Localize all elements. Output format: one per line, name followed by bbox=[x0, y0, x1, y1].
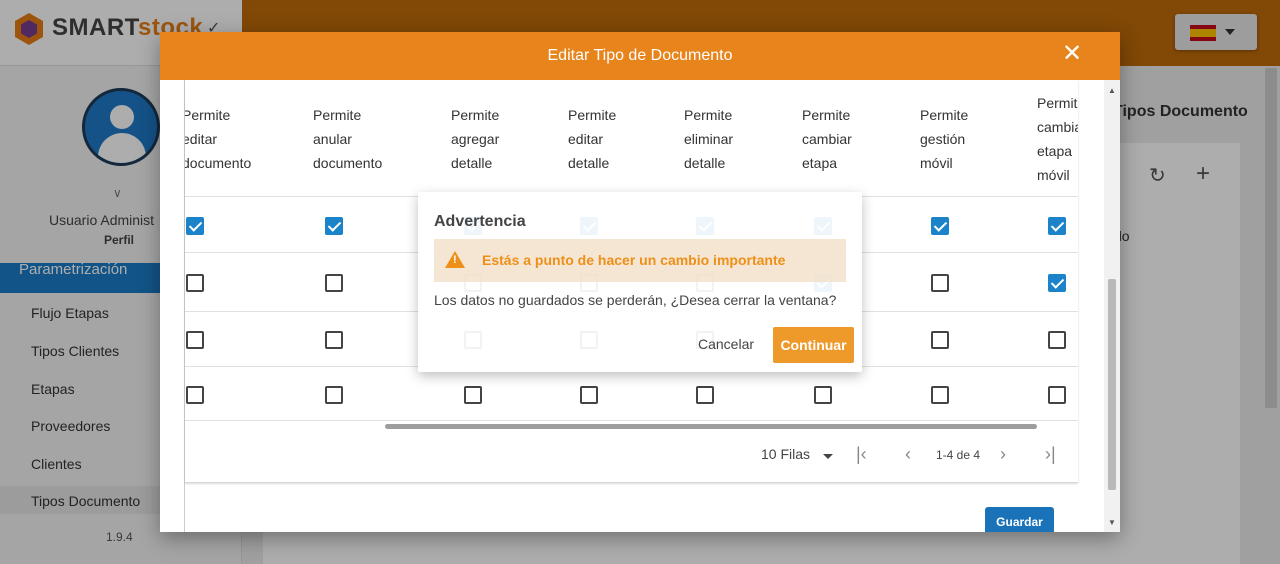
column-header-line: Permite bbox=[451, 107, 500, 123]
warning-banner-text: Estás a punto de hacer un cambio importa… bbox=[482, 252, 786, 268]
column-header-line: Permite bbox=[568, 107, 617, 123]
column-header: Permite editar documento bbox=[185, 103, 251, 175]
close-icon[interactable]: ✕ bbox=[1062, 42, 1082, 66]
column-header: Permite agregar detalle bbox=[451, 103, 499, 175]
permission-checkbox[interactable] bbox=[931, 331, 949, 349]
column-header-line: móvil bbox=[920, 155, 953, 171]
column-header-line: etapa bbox=[1037, 143, 1073, 159]
modal-title: Editar Tipo de Documento bbox=[547, 47, 733, 64]
last-page-icon[interactable]: ›| bbox=[1045, 444, 1056, 465]
permission-checkbox[interactable] bbox=[696, 386, 714, 404]
modal-scrollbar[interactable]: ▲ ▼ bbox=[1104, 80, 1120, 532]
column-header-line: Permite bbox=[1037, 95, 1078, 111]
column-header: Permite gestión móvil bbox=[920, 103, 968, 175]
scroll-up-icon[interactable]: ▲ bbox=[1108, 86, 1116, 95]
warning-banner: ! Estás a punto de hacer un cambio impor… bbox=[434, 239, 846, 282]
permission-checkbox[interactable] bbox=[580, 386, 598, 404]
permission-checkbox[interactable] bbox=[1048, 217, 1066, 235]
column-header: Permite eliminar detalle bbox=[684, 103, 733, 175]
column-header-line: Permite bbox=[313, 107, 362, 123]
column-header-line: agregar bbox=[451, 131, 500, 147]
cancel-button[interactable]: Cancelar bbox=[698, 336, 754, 352]
modal-header: Editar Tipo de Documento ✕ bbox=[160, 32, 1120, 80]
column-header-line: Permite bbox=[684, 107, 733, 123]
scrollbar-thumb[interactable] bbox=[1108, 279, 1116, 490]
permission-checkbox[interactable] bbox=[931, 386, 949, 404]
column-header: Permite anular documento bbox=[313, 103, 382, 175]
horizontal-scrollbar[interactable] bbox=[385, 424, 1037, 429]
column-header-line: documento bbox=[185, 155, 252, 171]
column-header: Permite cambiar etapa bbox=[802, 103, 852, 175]
permission-checkbox[interactable] bbox=[931, 274, 949, 292]
column-header: Permite editar detalle bbox=[568, 103, 616, 175]
column-header-line: Permite bbox=[920, 107, 969, 123]
column-header-line: móvil bbox=[1037, 167, 1070, 183]
pagination-range: 1-4 de 4 bbox=[936, 448, 981, 462]
permission-checkbox[interactable] bbox=[931, 217, 949, 235]
dialog-message: Los datos no guardados se perderán, ¿Des… bbox=[434, 292, 837, 308]
column-header-line: gestión bbox=[920, 131, 966, 147]
column-header-line: anular bbox=[313, 131, 352, 147]
continue-button[interactable]: Continuar bbox=[773, 327, 854, 363]
permission-checkbox[interactable] bbox=[1048, 331, 1066, 349]
permission-checkbox[interactable] bbox=[1048, 386, 1066, 404]
first-page-icon[interactable]: |‹ bbox=[856, 444, 867, 465]
column-header-line: detalle bbox=[451, 155, 493, 171]
permission-checkbox[interactable] bbox=[186, 386, 204, 404]
permission-checkbox[interactable] bbox=[186, 331, 204, 349]
permission-checkbox[interactable] bbox=[325, 274, 343, 292]
rows-per-page-select[interactable]: 10 Filas bbox=[761, 446, 810, 462]
warning-dialog: Advertencia ! Estás a punto de hacer un … bbox=[418, 192, 862, 372]
column-header-line: detalle bbox=[568, 155, 610, 171]
scroll-down-icon[interactable]: ▼ bbox=[1108, 518, 1116, 527]
row-divider bbox=[185, 420, 1078, 421]
column-header: Permite cambiar etapa móvil bbox=[1037, 91, 1078, 187]
column-header-line: documento bbox=[313, 155, 383, 171]
column-header-line: editar bbox=[185, 131, 218, 147]
column-header-line: Permite bbox=[185, 107, 231, 123]
permission-checkbox[interactable] bbox=[325, 331, 343, 349]
permission-checkbox[interactable] bbox=[186, 217, 204, 235]
column-header-line: Permite bbox=[802, 107, 851, 123]
column-header-line: detalle bbox=[684, 155, 726, 171]
prev-page-icon[interactable]: ‹ bbox=[905, 444, 911, 465]
dialog-title: Advertencia bbox=[434, 213, 526, 230]
column-header-line: cambiar bbox=[1037, 119, 1078, 135]
permission-checkbox[interactable] bbox=[325, 217, 343, 235]
dropdown-caret-icon[interactable] bbox=[823, 454, 833, 459]
warning-icon: ! bbox=[445, 251, 465, 268]
column-header-line: eliminar bbox=[684, 131, 734, 147]
permission-checkbox[interactable] bbox=[186, 274, 204, 292]
column-header-line: editar bbox=[568, 131, 604, 147]
save-button[interactable]: Guardar bbox=[985, 507, 1054, 532]
column-header-line: cambiar bbox=[802, 131, 852, 147]
permission-checkbox[interactable] bbox=[325, 386, 343, 404]
permission-checkbox[interactable] bbox=[1048, 274, 1066, 292]
permission-checkbox[interactable] bbox=[814, 386, 832, 404]
permission-checkbox[interactable] bbox=[464, 386, 482, 404]
column-header-line: etapa bbox=[802, 155, 838, 171]
next-page-icon[interactable]: › bbox=[1000, 444, 1006, 465]
